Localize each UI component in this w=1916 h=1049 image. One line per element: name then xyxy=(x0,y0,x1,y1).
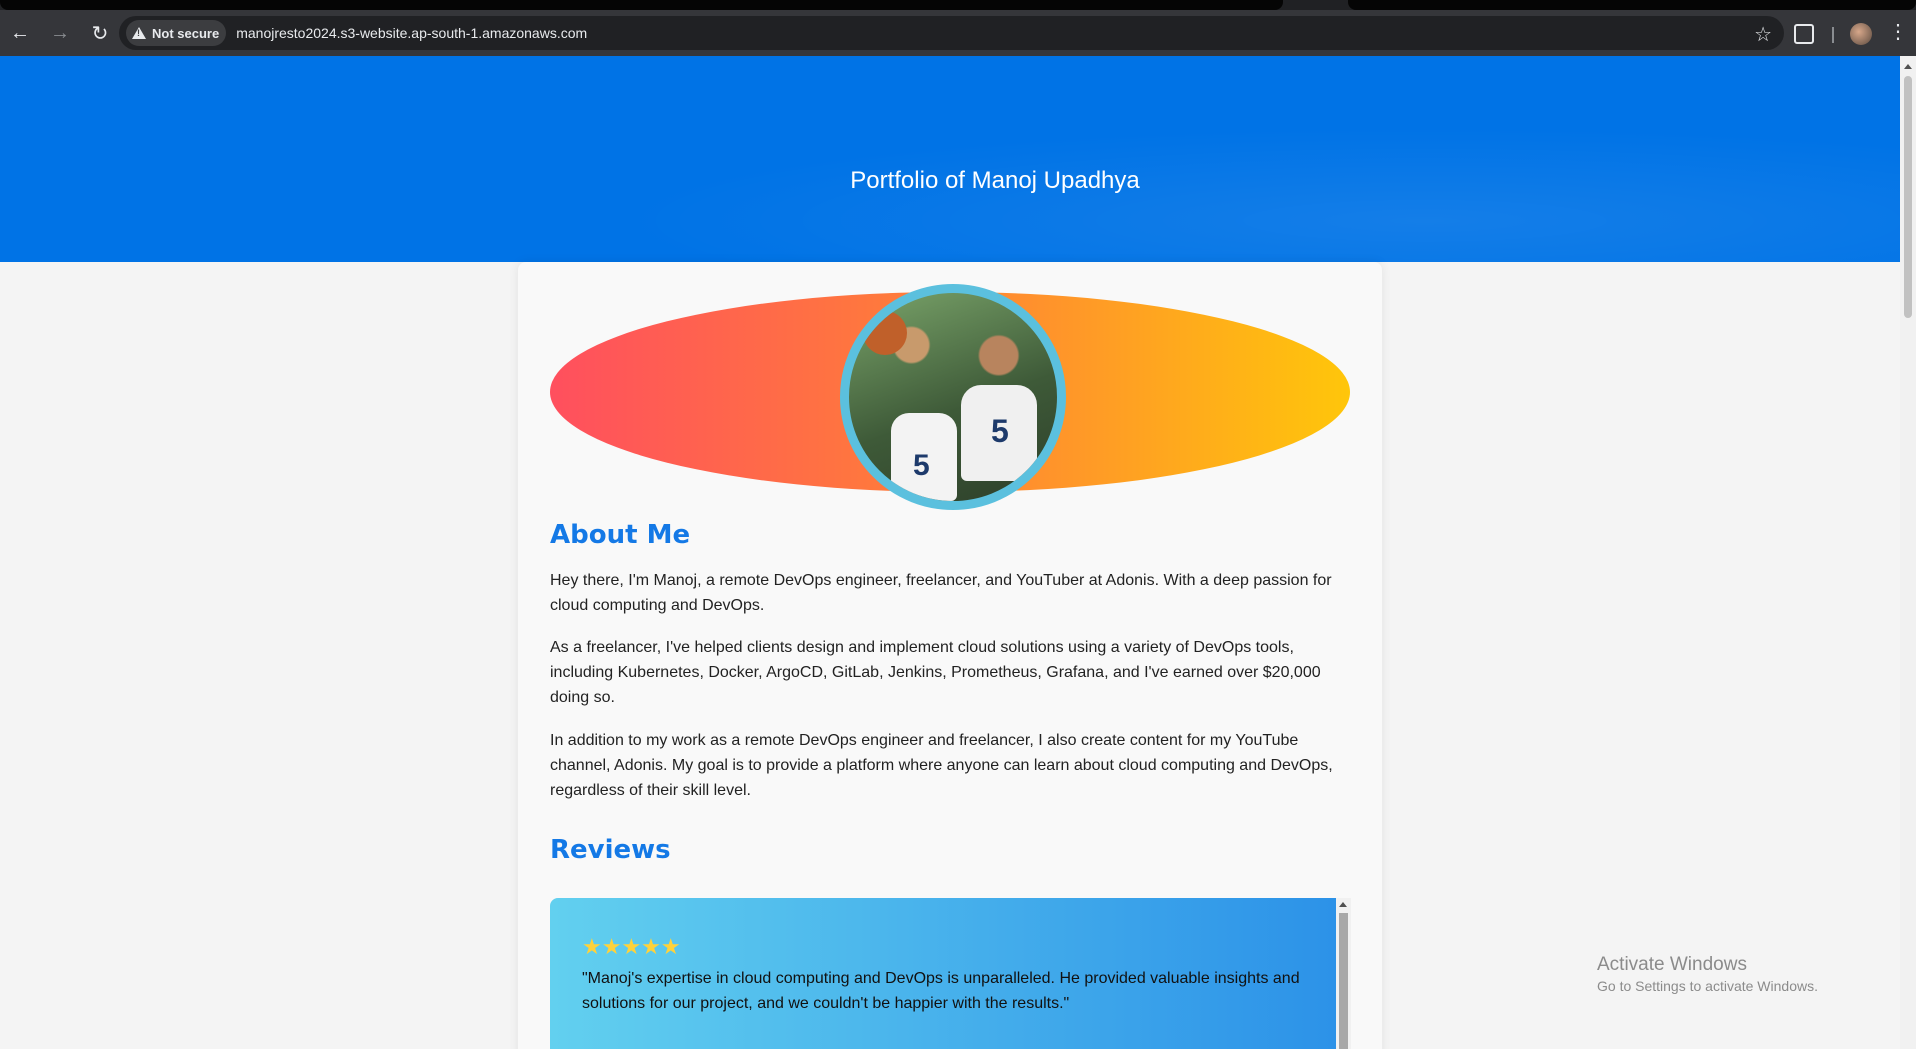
content-card: 5 5 About Me Hey there, I'm Manoj, a rem… xyxy=(518,262,1382,1049)
jersey-number: 5 xyxy=(913,449,930,482)
reload-icon[interactable]: ↻ xyxy=(80,15,120,51)
review-text: "Manoj's expertise in cloud computing an… xyxy=(582,970,1300,1012)
profile-photo: 5 5 xyxy=(840,284,1066,510)
reviews-heading: Reviews xyxy=(550,835,671,865)
about-paragraph: Hey there, I'm Manoj, a remote DevOps en… xyxy=(550,572,1332,614)
back-icon[interactable]: ← xyxy=(0,15,40,51)
review-scrollbar[interactable] xyxy=(1336,898,1351,1049)
about-heading: About Me xyxy=(550,520,691,550)
scroll-thumb[interactable] xyxy=(1339,913,1348,1049)
profile-avatar[interactable] xyxy=(1850,23,1872,45)
security-chip[interactable]: Not secure xyxy=(126,20,227,46)
address-bar[interactable]: Not secure manojresto2024.s3-website.ap-… xyxy=(119,16,1784,50)
hero-banner: Portfolio of Manoj Upadhya xyxy=(0,56,1900,262)
forward-icon[interactable]: → xyxy=(40,15,80,51)
page-scrollbar[interactable] xyxy=(1900,56,1916,1049)
review-card: ★★★★★ "Manoj's expertise in cloud comput… xyxy=(550,898,1336,1049)
extensions-icon[interactable] xyxy=(1794,24,1814,44)
jersey-number: 5 xyxy=(991,413,1009,449)
page-viewport: Portfolio of Manoj Upadhya 5 5 About Me … xyxy=(0,56,1900,1049)
about-paragraph: In addition to my work as a remote DevOp… xyxy=(550,732,1333,799)
basketball-icon xyxy=(863,311,907,355)
menu-kebab-icon[interactable]: ⋮ xyxy=(1888,20,1908,44)
about-paragraph: As a freelancer, I've helped clients des… xyxy=(550,639,1321,706)
scroll-up-icon[interactable] xyxy=(1339,902,1347,907)
scroll-up-icon[interactable] xyxy=(1904,64,1912,69)
scroll-thumb[interactable] xyxy=(1904,76,1912,318)
security-label: Not secure xyxy=(152,25,220,41)
page-title: Portfolio of Manoj Upadhya xyxy=(850,167,1140,194)
browser-tab-strip xyxy=(0,0,1916,10)
bookmark-star-icon[interactable]: ☆ xyxy=(1754,22,1772,47)
watermark-line1: Activate Windows xyxy=(1597,954,1747,975)
url-text[interactable]: manojresto2024.s3-website.ap-south-1.ama… xyxy=(236,25,587,41)
warning-icon xyxy=(132,27,146,39)
browser-toolbar: ← → ↻ Not secure manojresto2024.s3-websi… xyxy=(0,10,1916,56)
browser-tab[interactable] xyxy=(0,0,1283,10)
toolbar-divider xyxy=(1832,27,1834,43)
rating-stars: ★★★★★ xyxy=(582,934,681,959)
watermark-line2: Go to Settings to activate Windows. xyxy=(1597,978,1818,994)
windows-activation-watermark: Activate Windows Go to Settings to activ… xyxy=(1597,954,1818,994)
browser-tab[interactable] xyxy=(1348,0,1916,10)
